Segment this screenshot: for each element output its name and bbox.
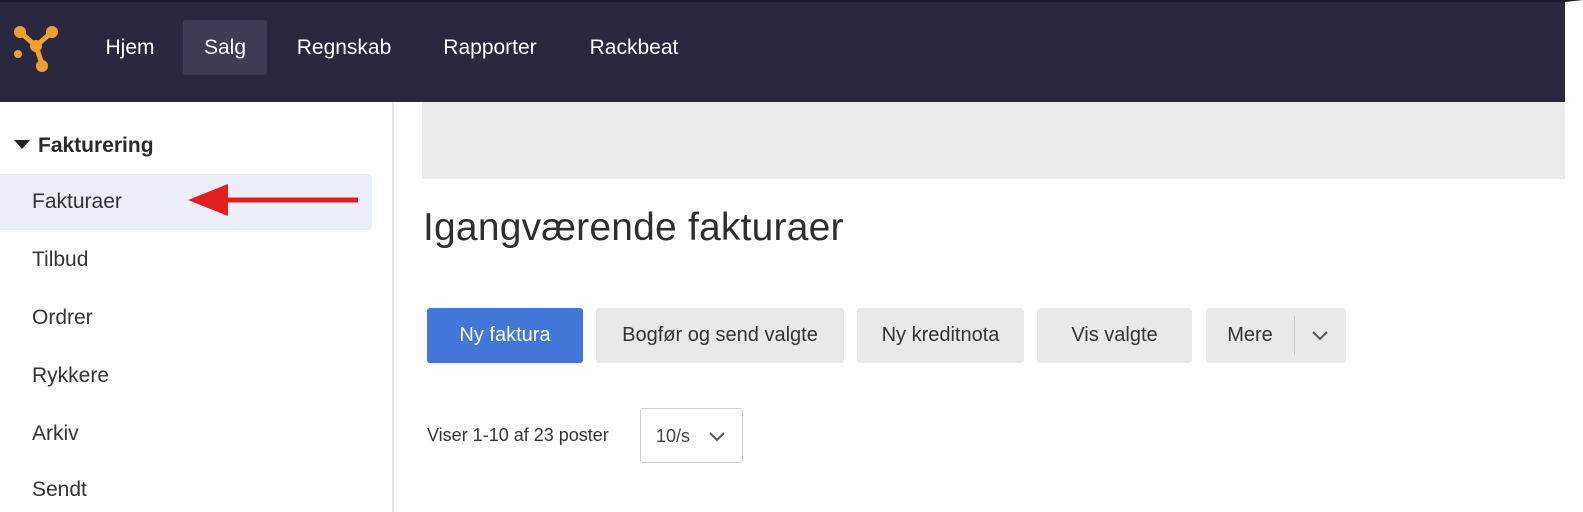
sidebar-item-ordrer[interactable]: Ordrer: [0, 290, 372, 346]
app-logo-icon[interactable]: [10, 20, 62, 74]
sidebar-item-sendt[interactable]: Sendt: [0, 462, 372, 512]
page-title: Igangværende fakturaer: [423, 206, 844, 249]
section-label: Fakturering: [38, 134, 154, 157]
section-fakturering-toggle[interactable]: Fakturering: [14, 134, 154, 158]
chevron-down-icon: [709, 432, 725, 442]
sidebar-item-rykkere[interactable]: Rykkere: [0, 348, 372, 404]
split-divider: [1294, 316, 1295, 355]
nav-item-rapporter[interactable]: Rapporter: [428, 20, 552, 75]
sidebar-item-arkiv[interactable]: Arkiv: [0, 406, 372, 462]
sidebar-item-tilbud[interactable]: Tilbud: [0, 232, 372, 288]
post-and-send-selected-button[interactable]: Bogfør og send valgte: [596, 308, 844, 363]
notice-banner: [422, 102, 1565, 179]
caret-down-icon: [14, 140, 30, 149]
top-navigation-bar: Hjem Salg Regnskab Rapporter Rackbeat: [0, 0, 1583, 102]
annotation-arrow-icon: [188, 184, 358, 216]
paging-summary: Viser 1-10 af 23 poster: [427, 425, 609, 445]
nav-item-hjem[interactable]: Hjem: [88, 20, 172, 75]
per-page-value: 10/s: [656, 426, 691, 446]
nav-item-salg[interactable]: Salg: [183, 20, 267, 75]
more-split-button: Mere: [1206, 308, 1346, 363]
more-button[interactable]: Mere: [1206, 308, 1294, 363]
chevron-down-icon[interactable]: [1310, 326, 1330, 346]
new-credit-note-button[interactable]: Ny kreditnota: [857, 308, 1024, 363]
sidebar: Fakturering Fakturaer Tilbud Ordrer Rykk…: [0, 102, 394, 512]
nav-item-rackbeat[interactable]: Rackbeat: [572, 20, 696, 75]
show-selected-button[interactable]: Vis valgte: [1037, 308, 1192, 363]
per-page-select[interactable]: 10/s: [640, 408, 743, 463]
nav-item-regnskab[interactable]: Regnskab: [280, 20, 408, 75]
new-invoice-button[interactable]: Ny faktura: [427, 308, 583, 363]
